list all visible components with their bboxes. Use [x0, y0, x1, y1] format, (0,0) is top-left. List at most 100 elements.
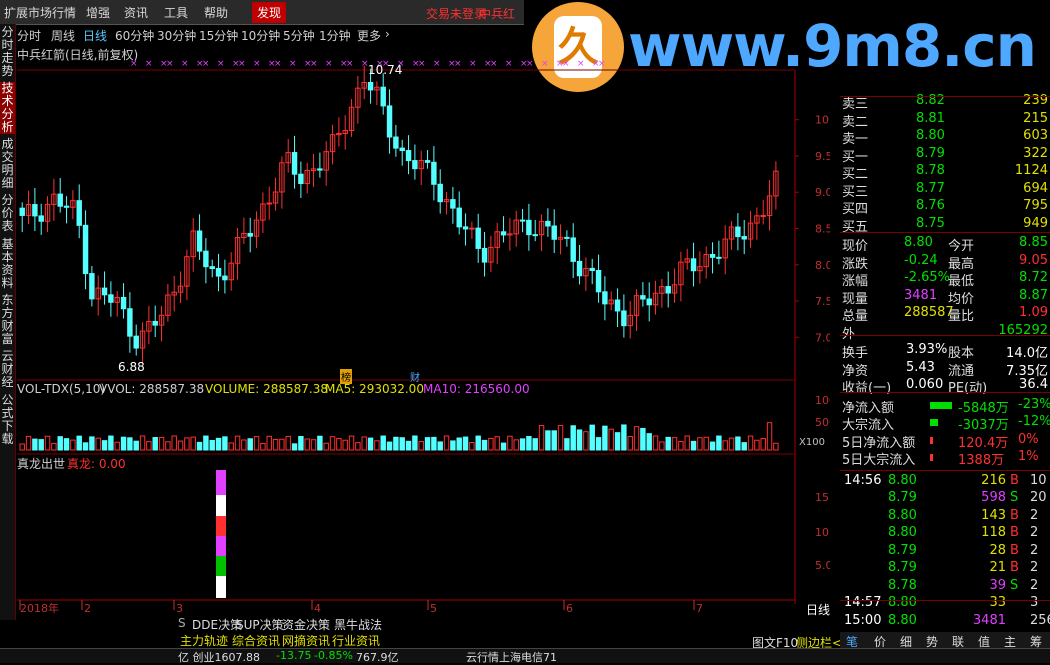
money-flow-row[interactable]: 5日大宗流入 1388万 1%	[840, 449, 1050, 468]
orderbook-row[interactable]: 卖二 8.81 215	[840, 111, 1050, 130]
volume-bar	[551, 430, 557, 451]
volume-value: VOLUME: 288587.38	[205, 382, 328, 396]
fund-label-2: 股本	[948, 346, 975, 361]
volume-bar	[678, 440, 684, 451]
candle-body	[481, 247, 488, 263]
tab-digest-news[interactable]: 网摘资讯	[282, 632, 330, 649]
date-tick-label: 2	[84, 602, 91, 615]
tick-row[interactable]: 8.80 143 B 2	[840, 508, 1050, 525]
quote-row[interactable]: 现量 3481 均价 8.87	[840, 288, 1050, 307]
fundamental-row[interactable]: 换手 3.93% 股本 14.0亿	[840, 342, 1050, 361]
volume-bar	[684, 435, 690, 451]
tab-industry-news[interactable]: 行业资讯	[332, 632, 380, 649]
volume-bar	[488, 437, 494, 451]
flow-value: 120.4万	[958, 435, 1009, 451]
tick-row[interactable]: 8.79 598 S 20	[840, 490, 1050, 507]
volume-bar	[532, 438, 538, 451]
volume-bar	[89, 436, 95, 451]
menu-extended-market[interactable]: 扩展市场行情	[4, 4, 76, 21]
tick-row[interactable]: 8.79 28 B 2	[840, 543, 1050, 560]
orderbook-row[interactable]: 卖一 8.80 603	[840, 128, 1050, 147]
price-tick-label: 10.00	[815, 114, 830, 127]
signal-marker: ×	[253, 59, 261, 69]
tick-row[interactable]: 14:56 8.80 216 B 10	[840, 473, 1050, 490]
quote-label-2: 均价	[948, 291, 975, 307]
tab-dde[interactable]: DDE决策	[192, 616, 242, 633]
candle-body	[57, 193, 63, 207]
money-flow-row[interactable]: 大宗流入 -3037万 -12%	[840, 414, 1050, 433]
tick-row[interactable]: 8.80 118 B 2	[840, 525, 1050, 542]
candle-body	[89, 273, 95, 300]
volume-bar	[95, 437, 101, 451]
menu-news[interactable]: 资讯	[124, 4, 148, 21]
volume-bar	[184, 437, 190, 451]
orderbook-label: 卖二	[842, 114, 869, 130]
tab-general-news[interactable]: 综合资讯	[232, 632, 280, 649]
fund-value-2: 36.4	[1019, 377, 1048, 392]
menu-discover[interactable]: 发现	[252, 2, 287, 23]
candle-body	[298, 173, 304, 185]
orderbook-row[interactable]: 买一 8.79 322	[840, 146, 1050, 165]
orderbook-price: 8.78	[916, 163, 945, 178]
tab-sup[interactable]: SUP决策	[236, 616, 284, 633]
index-name[interactable]: 亿 创业1607.88	[178, 649, 260, 665]
volume-bar	[747, 435, 754, 451]
candle-body	[76, 200, 82, 226]
quote-label-2: 最低	[948, 274, 975, 289]
quote-row[interactable]: 外 165292	[840, 323, 1050, 342]
tab-main-trace[interactable]: 主力轨迹	[180, 632, 228, 649]
quote-row[interactable]: 涨跌 -0.24 最高 9.05	[840, 253, 1050, 272]
tick-volume: 216	[981, 472, 1006, 488]
volume-bar	[165, 441, 171, 451]
money-flow-row[interactable]: 5日净流入额 120.4万 0%	[840, 432, 1050, 451]
tick-row[interactable]: 15:00 8.80 3481 256	[840, 613, 1050, 630]
signal-marker: ×	[145, 59, 153, 69]
candle-body	[621, 310, 627, 327]
quote-value: 288587	[904, 305, 954, 320]
orderbook-volume: 1124	[1014, 163, 1048, 178]
money-flow-row[interactable]: 净流入额 -5848万 -23%	[840, 397, 1050, 416]
volume-bar	[336, 438, 342, 451]
quote-row[interactable]: 总量 288587 量比 1.09	[840, 305, 1050, 324]
vol-indicator-name[interactable]: VOL-TDX(5,10)	[17, 382, 105, 396]
quote-value: -2.65%	[904, 270, 950, 285]
tab-s[interactable]: S	[178, 616, 186, 630]
quote-row[interactable]: 现价 8.80 今开 8.85	[840, 235, 1050, 254]
tick-row[interactable]: 8.78 39 S 2	[840, 578, 1050, 595]
volume-bar	[57, 436, 63, 451]
fundamental-row[interactable]: 净资 5.43 流通 7.35亿	[840, 360, 1050, 379]
candle-body	[741, 236, 747, 240]
menu-help[interactable]: 帮助	[204, 4, 228, 21]
orderbook-row[interactable]: 买五 8.75 949	[840, 216, 1050, 235]
volume-bar	[766, 422, 773, 451]
ma10-value: MA10: 216560.00	[423, 382, 530, 396]
flow-label: 大宗流入	[842, 418, 895, 433]
tick-time: 14:57	[844, 595, 882, 610]
volume-bar	[260, 443, 266, 451]
indicator-tick-label: 15.00	[815, 491, 830, 504]
quote-row[interactable]: 涨幅 -2.65% 最低 8.72	[840, 270, 1050, 289]
indicator-name[interactable]: 真龙出世	[17, 455, 65, 472]
tab-fund-decision[interactable]: 资金决策	[282, 616, 330, 633]
orderbook-row[interactable]: 买二 8.78 1124	[840, 163, 1050, 182]
indicator-signal-block	[216, 495, 226, 516]
menu-enhance[interactable]: 增强	[86, 4, 110, 21]
indicator-signal-block	[216, 516, 226, 536]
period-indicator[interactable]: 日线	[806, 601, 830, 618]
volume-bar	[25, 435, 32, 451]
menu-tools[interactable]: 工具	[164, 4, 188, 21]
tick-row[interactable]: 8.79 21 B 2	[840, 560, 1050, 577]
chart-canvas[interactable]: 10.00 9.50 9.00 8.50 8.00 7.50 7.00 × × × × × × × × × × ×…	[0, 24, 830, 620]
tick-row[interactable]: 14:57 8.80 33 3	[840, 595, 1050, 612]
trade-login-status[interactable]: 交易未登录	[426, 5, 486, 22]
candle-body	[716, 256, 722, 259]
vvol-value: VVOL: 288587.38	[99, 382, 205, 396]
volume-bar	[228, 442, 234, 451]
orderbook-row[interactable]: 买三 8.77 694	[840, 181, 1050, 200]
tab-black-bull[interactable]: 黑牛战法	[334, 616, 382, 633]
candle-body	[665, 286, 671, 294]
orderbook-row[interactable]: 买四 8.76 795	[840, 198, 1050, 217]
volume-bar	[177, 440, 184, 451]
tick-count: 3	[1030, 595, 1039, 610]
volume-bar	[323, 442, 329, 451]
